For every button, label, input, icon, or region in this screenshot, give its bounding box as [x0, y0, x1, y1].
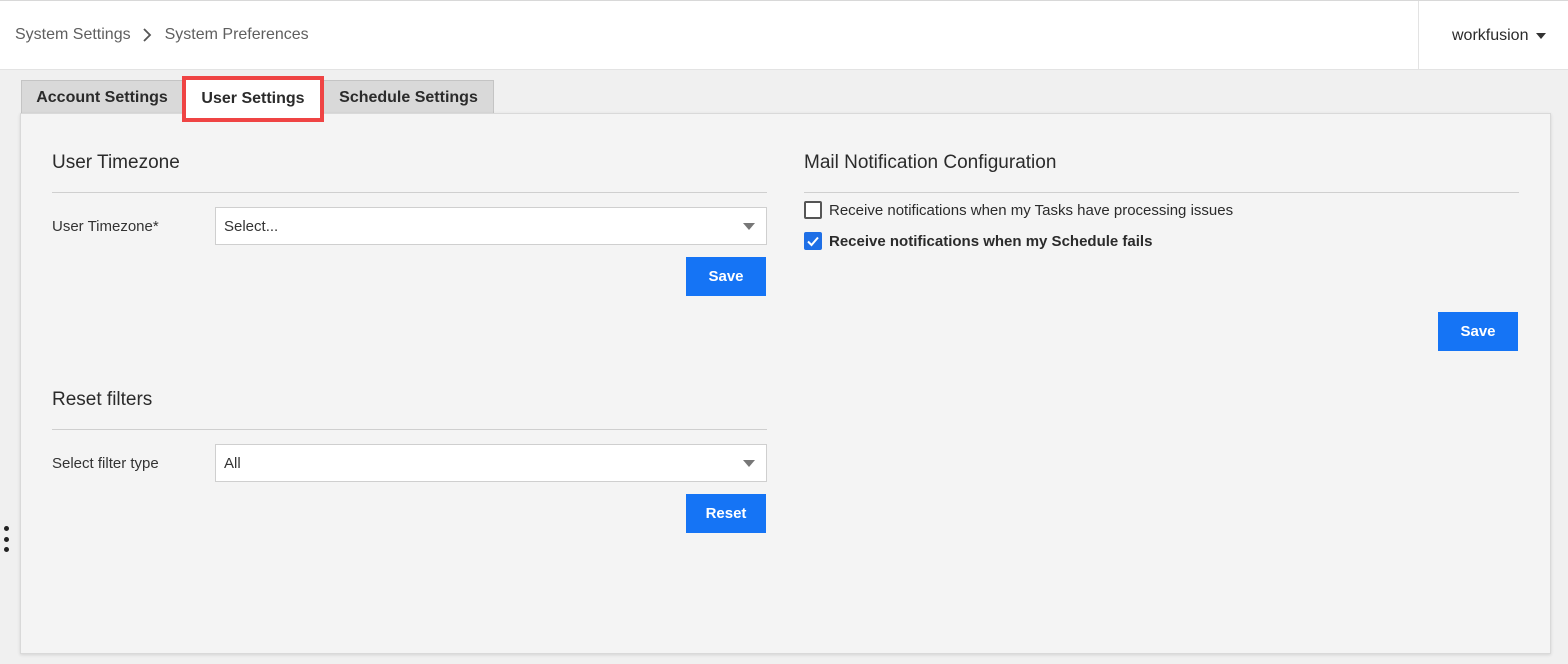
user-menu-label: workfusion: [1452, 26, 1529, 44]
settings-tabs: Account Settings User Settings Schedule …: [21, 76, 494, 122]
tab-label: Schedule Settings: [339, 88, 478, 106]
divider: [804, 192, 1519, 193]
chevron-right-icon: [139, 27, 155, 43]
save-notifications-button[interactable]: Save: [1438, 312, 1518, 351]
caret-down-icon: [743, 460, 755, 467]
divider: [52, 192, 767, 193]
top-header: System Settings System Preferences workf…: [0, 0, 1568, 70]
tab-account-settings[interactable]: Account Settings: [21, 80, 182, 114]
tab-label: Account Settings: [36, 88, 168, 106]
kebab-icon[interactable]: [3, 526, 9, 552]
user-menu[interactable]: workfusion: [1418, 1, 1568, 70]
breadcrumb-system-settings[interactable]: System Settings: [15, 26, 131, 44]
mail-notification-title: Mail Notification Configuration: [804, 152, 1057, 173]
notify-task-issues-option[interactable]: Receive notifications when my Tasks have…: [804, 201, 1233, 219]
notify-schedule-fails-checkbox[interactable]: [804, 232, 822, 250]
select-value: Select...: [224, 217, 279, 235]
tab-schedule-settings[interactable]: Schedule Settings: [324, 80, 494, 114]
user-timezone-label: User Timezone*: [52, 218, 159, 235]
reset-filters-button[interactable]: Reset: [686, 494, 766, 533]
breadcrumb: System Settings System Preferences: [15, 26, 309, 44]
caret-down-icon: [743, 223, 755, 230]
divider: [52, 429, 767, 430]
save-timezone-button[interactable]: Save: [686, 257, 766, 296]
breadcrumb-system-preferences: System Preferences: [164, 26, 309, 43]
caret-down-icon: [1536, 32, 1547, 39]
user-timezone-select[interactable]: Select...: [215, 207, 767, 245]
notify-schedule-fails-option[interactable]: Receive notifications when my Schedule f…: [804, 232, 1152, 250]
notify-task-issues-checkbox[interactable]: [804, 201, 822, 219]
filter-type-select[interactable]: All: [215, 444, 767, 482]
option-label: Receive notifications when my Schedule f…: [829, 232, 1153, 250]
tab-label: User Settings: [201, 90, 305, 107]
filter-type-label: Select filter type: [52, 455, 159, 472]
select-value: All: [224, 454, 241, 472]
dot: [3, 526, 9, 531]
user-timezone-title: User Timezone: [52, 152, 180, 173]
option-label: Receive notifications when my Tasks have…: [829, 201, 1234, 219]
tab-user-settings[interactable]: User Settings: [182, 76, 324, 122]
user-settings-panel: User Timezone User Timezone* Select... S…: [20, 113, 1551, 654]
reset-filters-title: Reset filters: [52, 389, 153, 410]
dot: [3, 547, 9, 552]
checkmark-icon: [807, 236, 819, 247]
dot: [3, 536, 9, 542]
